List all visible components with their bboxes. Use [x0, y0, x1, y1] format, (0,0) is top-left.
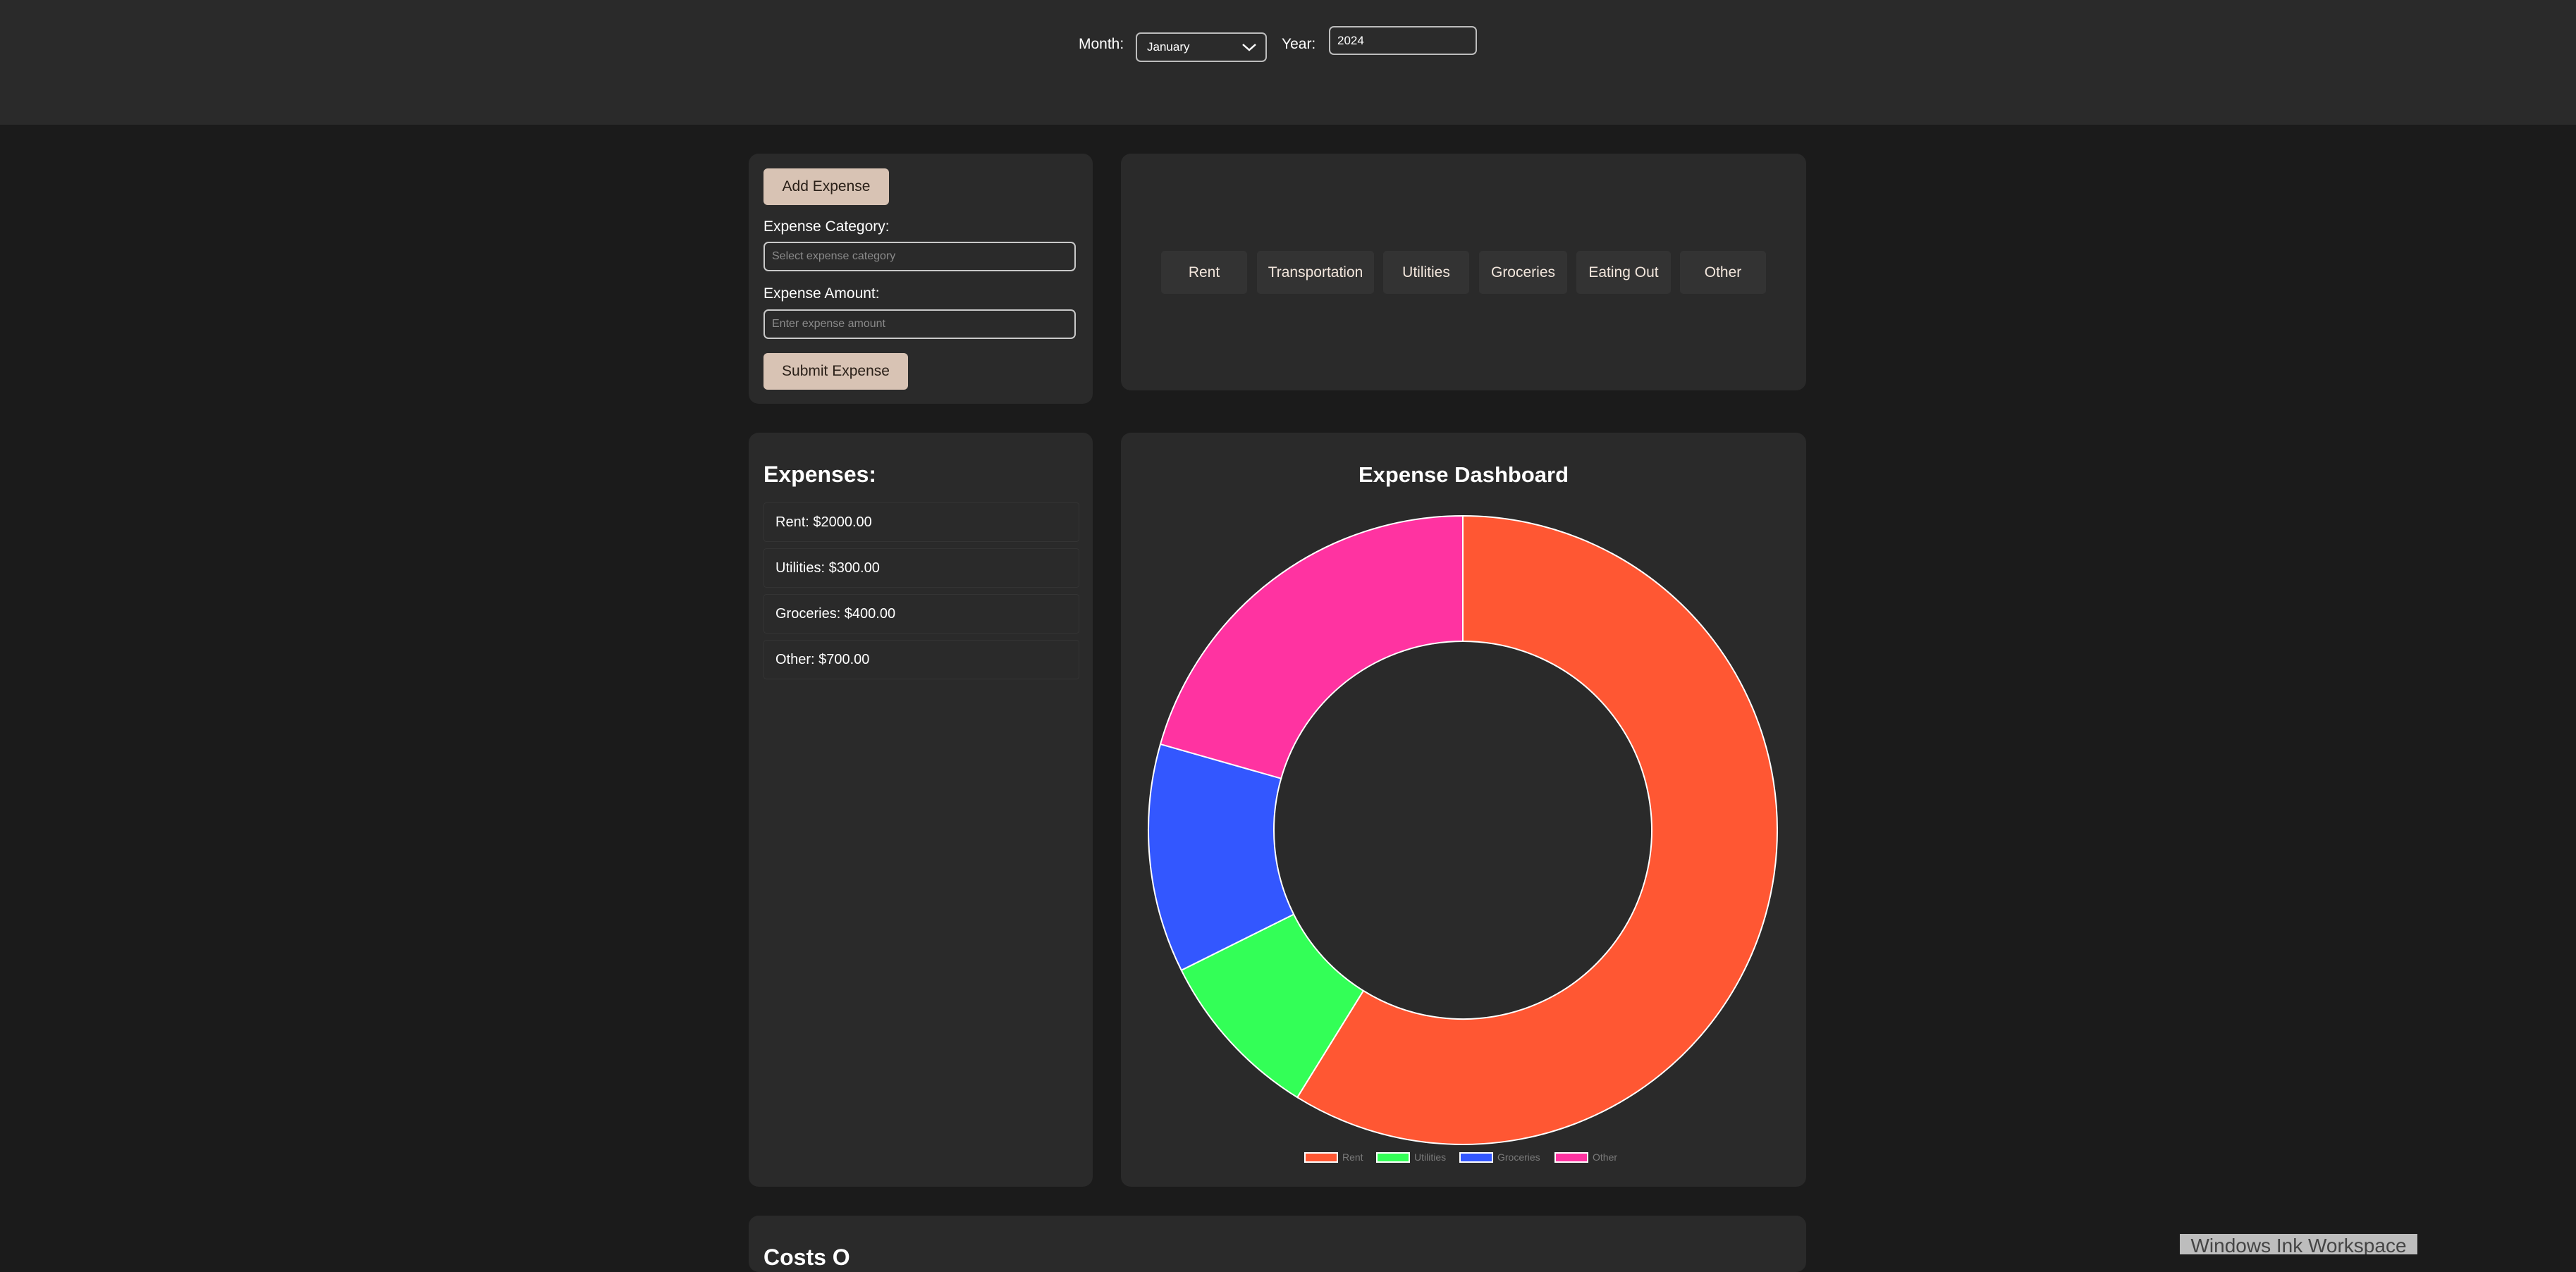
- expense-amount-field[interactable]: Enter expense amount: [763, 309, 1076, 339]
- category-button-utilities[interactable]: Utilities: [1383, 251, 1469, 294]
- legend-item-other[interactable]: Other: [1554, 1151, 1617, 1163]
- month-label: Month:: [1079, 36, 1124, 52]
- expense-doughnut-chart: [1148, 514, 1778, 1145]
- costs-panel-title: Costs O: [763, 1245, 850, 1270]
- expense-amount-placeholder: Enter expense amount: [772, 318, 885, 330]
- legend-label: Groceries: [1497, 1151, 1540, 1163]
- expense-amount-label: Expense Amount:: [763, 285, 880, 302]
- expense-list-item: Rent: $2000.00: [763, 502, 1079, 542]
- windows-ink-workspace-tooltip: Windows Ink Workspace: [2180, 1234, 2417, 1254]
- expenses-panel: [749, 433, 1093, 1187]
- month-select[interactable]: January: [1136, 32, 1267, 62]
- category-button-eating-out[interactable]: Eating Out: [1576, 251, 1671, 294]
- chevron-down-icon: [1242, 44, 1256, 51]
- category-button-transportation[interactable]: Transportation: [1257, 251, 1374, 294]
- top-bar: [0, 0, 2576, 125]
- legend-label: Utilities: [1414, 1151, 1447, 1163]
- legend-label: Other: [1593, 1151, 1618, 1163]
- dashboard-title: Expense Dashboard: [1358, 462, 1569, 487]
- year-label: Year:: [1282, 36, 1316, 52]
- legend-swatch: [1554, 1151, 1588, 1163]
- expense-category-field[interactable]: Select expense category: [763, 242, 1076, 271]
- submit-expense-button[interactable]: Submit Expense: [763, 353, 908, 390]
- legend-item-groceries[interactable]: Groceries: [1459, 1151, 1540, 1163]
- category-button-groceries[interactable]: Groceries: [1479, 251, 1567, 294]
- category-button-rent[interactable]: Rent: [1161, 251, 1247, 294]
- expense-list-item: Utilities: $300.00: [763, 548, 1079, 588]
- year-input[interactable]: 2024: [1329, 26, 1477, 55]
- legend-swatch: [1376, 1151, 1410, 1163]
- doughnut-slice-other[interactable]: [1159, 514, 1464, 779]
- expense-list-item: Other: $700.00: [763, 640, 1079, 679]
- legend-item-rent[interactable]: Rent: [1304, 1151, 1363, 1163]
- add-expense-button[interactable]: Add Expense: [763, 168, 889, 205]
- year-input-value: 2024: [1337, 33, 1364, 47]
- legend-label: Rent: [1342, 1151, 1363, 1163]
- month-select-value: January: [1147, 40, 1190, 54]
- legend-item-utilities[interactable]: Utilities: [1376, 1151, 1446, 1163]
- expense-category-placeholder: Select expense category: [772, 250, 896, 262]
- costs-panel: [749, 1216, 1806, 1272]
- legend-swatch: [1304, 1151, 1338, 1163]
- legend-swatch: [1459, 1151, 1493, 1163]
- category-button-other[interactable]: Other: [1680, 251, 1766, 294]
- expense-category-label: Expense Category:: [763, 218, 890, 235]
- expense-list-item: Groceries: $400.00: [763, 594, 1079, 634]
- expenses-title: Expenses:: [763, 462, 877, 487]
